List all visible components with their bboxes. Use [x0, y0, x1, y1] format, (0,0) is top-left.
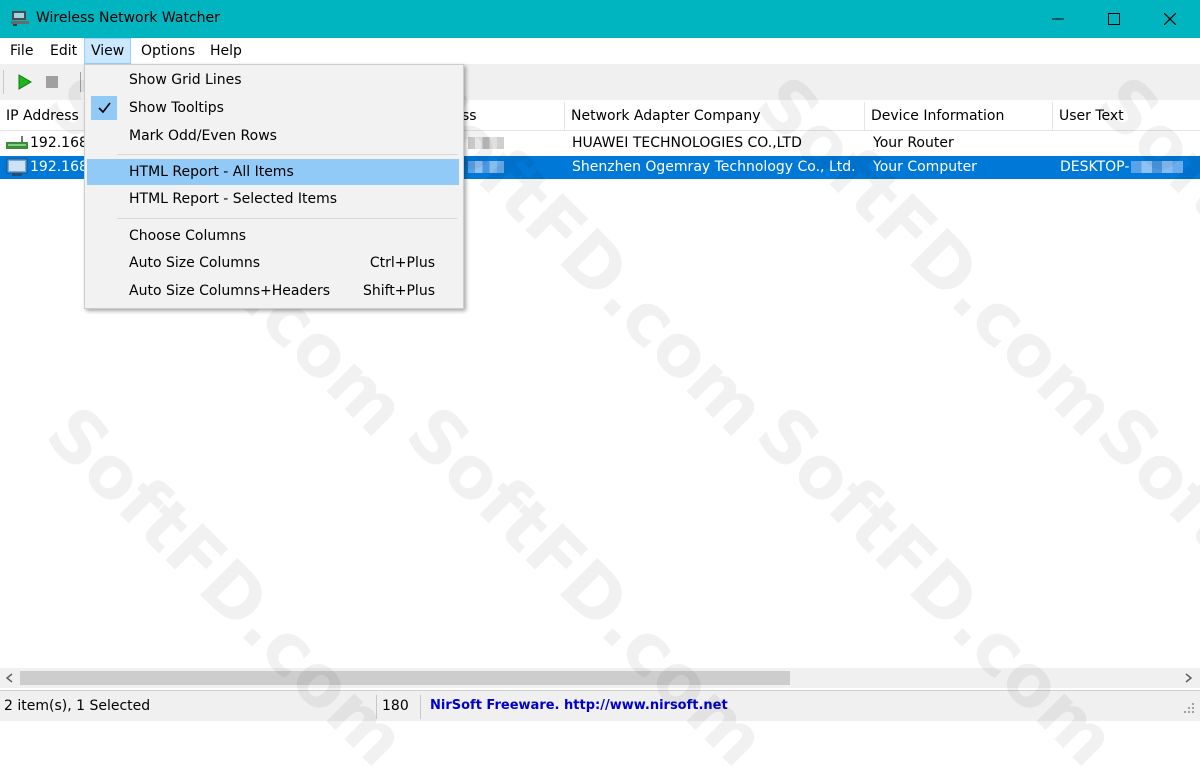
status-number: 180	[382, 698, 409, 714]
minimize-button[interactable]	[1030, 0, 1086, 38]
maximize-icon	[1108, 13, 1120, 25]
menu-view[interactable]: View	[84, 38, 132, 64]
cell-company: Shenzhen Ogemray Technology Co., Ltd.	[572, 159, 856, 175]
status-bar: 2 item(s), 1 Selected 180 NirSoft Freewa…	[0, 690, 1200, 721]
menu-item-label: HTML Report - All Items	[129, 164, 294, 180]
menu-item-label: HTML Report - Selected Items	[129, 191, 338, 207]
status-divider	[420, 695, 421, 719]
app-icon	[11, 11, 29, 26]
column-network-adapter-company[interactable]: Network Adapter Company	[565, 102, 865, 130]
menu-item-label: Auto Size Columns+Headers	[129, 283, 331, 299]
menu-separator	[117, 154, 457, 155]
menu-item-label: Mark Odd/Even Rows	[129, 128, 277, 144]
stop-icon[interactable]	[42, 72, 62, 92]
menu-item-html-report-all[interactable]: HTML Report - All Items	[87, 159, 459, 185]
menu-item-label: Auto Size Columns	[129, 255, 261, 271]
horizontal-scrollbar[interactable]	[0, 668, 1200, 688]
column-device-information[interactable]: Device Information	[865, 102, 1053, 130]
user-text-value: DESKTOP-	[1060, 159, 1130, 175]
scroll-right-icon[interactable]	[1182, 672, 1194, 684]
scrollbar-thumb[interactable]	[20, 671, 790, 685]
view-dropdown-menu: Show Grid Lines Show Tooltips Mark Odd/E…	[84, 64, 464, 309]
cell-mac-redacted	[466, 132, 504, 155]
toolbar-grip	[3, 70, 7, 94]
menu-help[interactable]: Help	[204, 38, 248, 64]
menu-edit[interactable]: Edit	[44, 38, 83, 64]
cell-ip: 192.168.	[30, 159, 93, 175]
cell-user-text: DESKTOP-	[1060, 156, 1184, 179]
menu-item-mark-odd-even-rows[interactable]: Mark Odd/Even Rows	[87, 123, 459, 149]
toolbar-separator	[80, 72, 81, 92]
title-bar: Wireless Network Watcher	[0, 0, 1200, 38]
window-title: Wireless Network Watcher	[36, 10, 220, 26]
menu-item-shortcut: Ctrl+Plus	[369, 255, 435, 271]
column-user-text[interactable]: User Text	[1053, 102, 1200, 130]
redacted-blur	[468, 161, 504, 173]
play-icon[interactable]	[14, 72, 34, 92]
menu-separator	[117, 218, 457, 219]
cell-device: Your Computer	[873, 159, 977, 175]
close-icon	[1164, 13, 1176, 25]
cell-mac-redacted	[466, 156, 504, 179]
computer-icon	[6, 158, 28, 176]
checkmark-icon	[98, 102, 111, 114]
menu-item-auto-size-columns[interactable]: Auto Size Columns Ctrl+Plus	[87, 250, 459, 276]
menu-item-label: Show Grid Lines	[129, 72, 242, 88]
menu-bar: File Edit View Options Help	[0, 38, 1200, 64]
cell-device: Your Router	[873, 135, 954, 151]
minimize-icon	[1052, 18, 1064, 20]
menu-item-label: Choose Columns	[129, 228, 247, 244]
menu-item-label: Show Tooltips	[129, 100, 224, 116]
nirsoft-link[interactable]: NirSoft Freeware. http://www.nirsoft.net	[430, 691, 728, 721]
cell-company: HUAWEI TECHNOLOGIES CO.,LTD	[572, 135, 802, 151]
redacted-blur	[1131, 161, 1184, 173]
redacted-blur	[468, 137, 504, 149]
cell-ip: 192.168.	[30, 135, 93, 151]
menu-file[interactable]: File	[4, 38, 39, 64]
close-button[interactable]	[1142, 0, 1198, 38]
status-item-count: 2 item(s), 1 Selected	[4, 698, 151, 714]
router-icon	[6, 136, 28, 149]
status-divider	[376, 695, 377, 719]
menu-options[interactable]: Options	[135, 38, 201, 64]
resize-grip-icon[interactable]	[1184, 699, 1196, 717]
menu-item-show-grid-lines[interactable]: Show Grid Lines	[87, 67, 459, 93]
menu-item-shortcut: Shift+Plus	[362, 283, 435, 299]
menu-item-html-report-selected[interactable]: HTML Report - Selected Items	[87, 186, 459, 212]
menu-item-auto-size-columns-headers[interactable]: Auto Size Columns+Headers Shift+Plus	[87, 278, 459, 304]
check-box	[91, 96, 117, 120]
menu-item-choose-columns[interactable]: Choose Columns	[87, 223, 459, 249]
menu-item-show-tooltips[interactable]: Show Tooltips	[87, 95, 459, 121]
scroll-left-icon[interactable]	[4, 672, 16, 684]
maximize-button[interactable]	[1086, 0, 1142, 38]
